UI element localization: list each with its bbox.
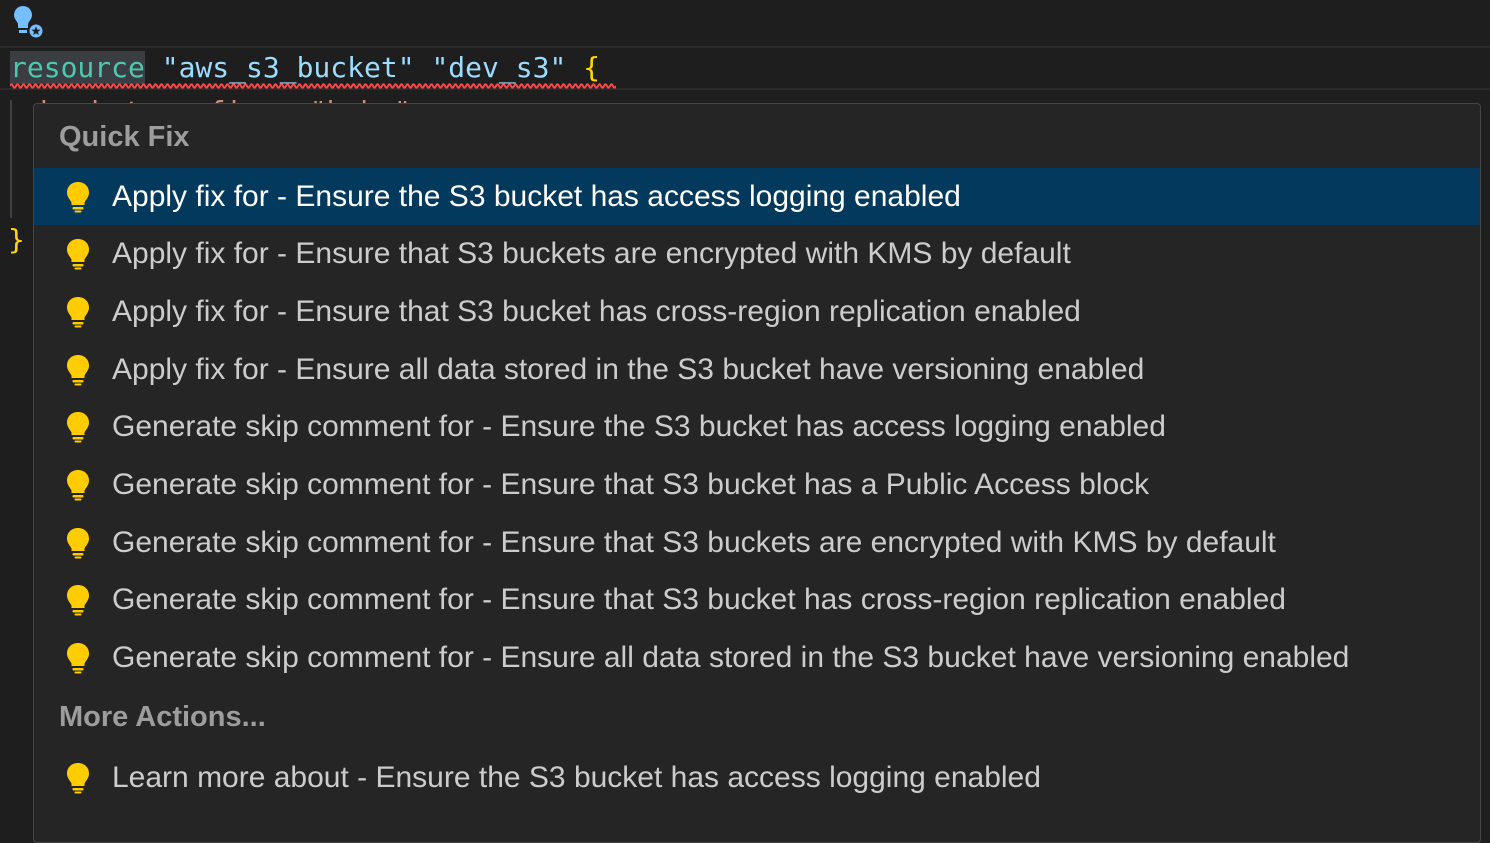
quick-fix-item-7[interactable]: Generate skip comment for - Ensure that … [34, 514, 1480, 571]
quick-fix-item-4[interactable]: Apply fix for - Ensure all data stored i… [34, 341, 1480, 398]
quick-fix-item-label: Generate skip comment for - Ensure that … [112, 468, 1150, 501]
lightbulb-icon [67, 585, 89, 616]
quick-fix-item-2[interactable]: Apply fix for - Ensure that S3 buckets a… [34, 226, 1480, 283]
quick-fix-item-label: Generate skip comment for - Ensure the S… [112, 410, 1166, 444]
lightbulb-icon [67, 643, 89, 674]
quick-fix-item-label: Apply fix for - Ensure that S3 bucket ha… [112, 294, 1081, 328]
lightbulb-icon [67, 181, 89, 212]
lightbulb-icon [67, 527, 89, 559]
error-squiggle [10, 83, 616, 89]
more-action-item-label: Learn more about - Ensure the S3 bucket … [112, 760, 1041, 794]
quick-fix-item-3[interactable]: Apply fix for - Ensure that S3 bucket ha… [34, 283, 1480, 340]
lightbulb-icon [67, 296, 89, 328]
code-editor[interactable]: resource "aws_s3_bucket" "dev_s3" { buck… [0, 0, 1490, 843]
quick-fix-item-1[interactable]: Apply fix for - Ensure the S3 bucket has… [34, 168, 1480, 225]
resource-name-string: "dev_s3" [431, 51, 567, 84]
quick-fix-header: Quick Fix [59, 121, 190, 153]
quick-fix-item-9[interactable]: Generate skip comment for - Ensure all d… [34, 630, 1480, 687]
lightbulb-icon [67, 412, 89, 443]
lightbulb-icon [67, 762, 89, 793]
quick-fix-item-label: Generate skip comment for - Ensure that … [112, 583, 1286, 617]
close-brace: } [8, 223, 25, 256]
resource-type-string: "aws_s3_bucket" [161, 51, 415, 84]
open-brace: { [583, 51, 601, 84]
quick-fix-item-5[interactable]: Generate skip comment for - Ensure the S… [34, 399, 1480, 456]
lightbulb-icon [67, 354, 89, 386]
quick-fix-item-label: Generate skip comment for - Ensure that … [112, 525, 1276, 559]
quick-fix-item-label: Apply fix for - Ensure all data stored i… [112, 352, 1145, 386]
quick-fix-item-label: Generate skip comment for - Ensure all d… [112, 641, 1350, 675]
quick-fix-item-8[interactable]: Generate skip comment for - Ensure that … [34, 572, 1480, 629]
quick-fix-item-label: Apply fix for - Ensure the S3 bucket has… [112, 179, 961, 213]
indent-guide [10, 100, 12, 218]
quick-fix-menu[interactable]: Quick Fix Apply fix for - Ensure the S3 … [33, 103, 1481, 843]
quick-fix-item-label: Apply fix for - Ensure that S3 buckets a… [112, 237, 1071, 271]
quick-fix-item-6[interactable]: Generate skip comment for - Ensure that … [34, 457, 1480, 514]
lightbulb-icon [67, 470, 89, 501]
more-action-item-1[interactable]: Learn more about - Ensure the S3 bucket … [34, 749, 1480, 806]
lightbulb-autofix-icon[interactable] [12, 4, 48, 40]
lightbulb-icon [67, 239, 89, 270]
more-actions-header: More Actions... [59, 701, 266, 733]
resource-keyword: resource [10, 51, 145, 84]
